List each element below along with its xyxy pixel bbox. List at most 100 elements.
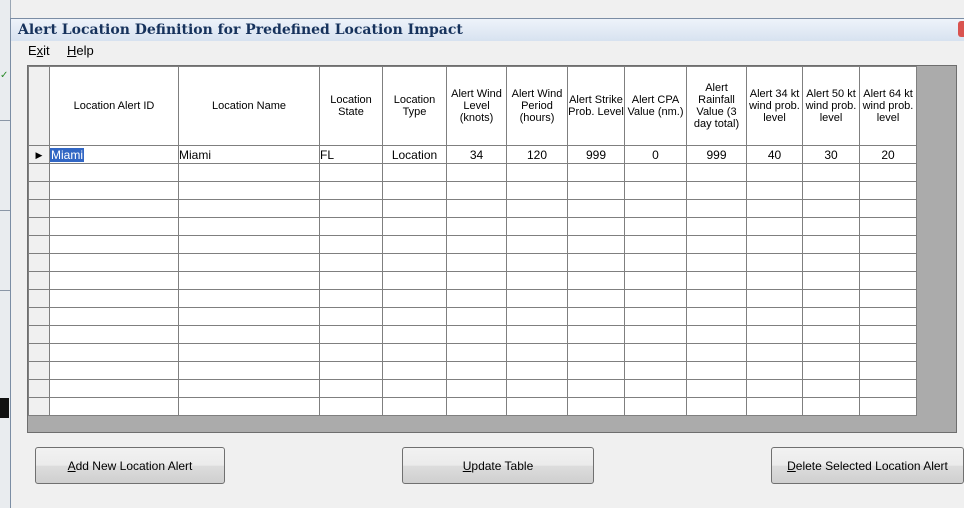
table-cell[interactable] [178, 307, 320, 326]
table-cell[interactable] [859, 163, 917, 182]
table-cell[interactable] [319, 253, 383, 272]
column-header[interactable]: Alert Rainfall Value (3 day total) [686, 66, 747, 146]
table-cell[interactable] [686, 271, 747, 290]
table-cell[interactable] [686, 397, 747, 416]
table-cell[interactable] [506, 307, 568, 326]
table-row[interactable] [28, 163, 917, 182]
table-cell[interactable] [49, 289, 179, 308]
table-cell[interactable] [382, 325, 447, 344]
table-cell[interactable] [382, 253, 447, 272]
table-cell[interactable] [567, 181, 625, 200]
table-cell[interactable] [319, 307, 383, 326]
table-cell[interactable] [567, 361, 625, 380]
table-cell[interactable] [746, 181, 803, 200]
table-cell[interactable] [686, 199, 747, 218]
table-cell[interactable] [802, 289, 860, 308]
table-cell[interactable] [746, 397, 803, 416]
table-cell[interactable] [567, 325, 625, 344]
table-cell[interactable] [859, 253, 917, 272]
table-cell[interactable] [446, 307, 507, 326]
table-cell[interactable] [859, 235, 917, 254]
table-cell[interactable] [859, 343, 917, 362]
table-cell[interactable] [178, 289, 320, 308]
table-cell[interactable] [178, 271, 320, 290]
table-cell[interactable] [802, 235, 860, 254]
table-cell[interactable] [802, 361, 860, 380]
table-cell[interactable] [49, 235, 179, 254]
row-indicator[interactable] [28, 271, 50, 290]
table-cell[interactable] [802, 199, 860, 218]
table-cell[interactable]: 30 [802, 145, 860, 164]
row-indicator[interactable] [28, 325, 50, 344]
table-cell[interactable] [567, 235, 625, 254]
table-cell[interactable] [446, 289, 507, 308]
title-bar[interactable]: Alert Location Definition for Predefined… [11, 19, 964, 41]
table-cell[interactable] [319, 325, 383, 344]
table-cell[interactable] [178, 361, 320, 380]
table-cell[interactable] [859, 307, 917, 326]
table-cell[interactable] [446, 397, 507, 416]
table-cell[interactable] [686, 343, 747, 362]
row-indicator[interactable] [28, 289, 50, 308]
table-cell[interactable] [319, 199, 383, 218]
menu-exit[interactable]: Exit [28, 43, 50, 58]
table-cell[interactable] [382, 271, 447, 290]
column-header[interactable]: Alert Wind Period (hours) [506, 66, 568, 146]
row-indicator[interactable] [28, 181, 50, 200]
table-row[interactable] [28, 199, 917, 218]
table-row[interactable] [28, 361, 917, 380]
update-table-button[interactable]: Update Table [402, 447, 594, 484]
table-cell[interactable] [382, 361, 447, 380]
location-alert-grid[interactable]: Location Alert ID Location Name Location S… [27, 65, 957, 433]
table-cell[interactable] [446, 343, 507, 362]
table-cell[interactable] [567, 199, 625, 218]
table-cell[interactable] [746, 307, 803, 326]
table-cell[interactable] [686, 217, 747, 236]
table-cell[interactable]: 999 [567, 145, 625, 164]
table-cell[interactable] [506, 253, 568, 272]
table-cell[interactable] [746, 325, 803, 344]
table-cell[interactable] [802, 343, 860, 362]
table-row[interactable] [28, 289, 917, 308]
table-cell[interactable]: Miami [49, 145, 179, 164]
table-cell[interactable] [446, 253, 507, 272]
table-cell[interactable] [802, 325, 860, 344]
row-indicator[interactable] [28, 343, 50, 362]
table-cell[interactable] [859, 397, 917, 416]
row-indicator[interactable] [28, 307, 50, 326]
row-indicator[interactable] [28, 253, 50, 272]
table-cell[interactable]: Miami [178, 145, 320, 164]
table-cell[interactable]: 40 [746, 145, 803, 164]
table-cell[interactable] [567, 379, 625, 398]
table-cell[interactable] [567, 271, 625, 290]
table-cell[interactable] [686, 181, 747, 200]
table-cell[interactable] [624, 235, 687, 254]
table-row[interactable] [28, 325, 917, 344]
table-cell[interactable] [746, 289, 803, 308]
table-cell[interactable]: Location [382, 145, 447, 164]
table-cell[interactable] [624, 397, 687, 416]
table-cell[interactable] [49, 325, 179, 344]
table-cell[interactable] [506, 289, 568, 308]
table-cell[interactable] [506, 181, 568, 200]
table-cell[interactable] [567, 163, 625, 182]
table-cell[interactable] [746, 217, 803, 236]
table-cell[interactable] [382, 379, 447, 398]
table-cell[interactable]: FL [319, 145, 383, 164]
table-cell[interactable] [446, 379, 507, 398]
table-cell[interactable] [446, 199, 507, 218]
column-header[interactable]: Location Type [382, 66, 447, 146]
table-cell[interactable] [686, 235, 747, 254]
table-cell[interactable] [859, 289, 917, 308]
table-cell[interactable] [382, 343, 447, 362]
table-cell[interactable] [49, 253, 179, 272]
table-cell[interactable] [49, 343, 179, 362]
table-cell[interactable] [802, 379, 860, 398]
table-cell[interactable] [859, 325, 917, 344]
table-cell[interactable] [49, 199, 179, 218]
table-cell[interactable] [446, 325, 507, 344]
column-header[interactable]: Alert CPA Value (nm.) [624, 66, 687, 146]
row-indicator[interactable] [28, 397, 50, 416]
table-cell[interactable] [624, 289, 687, 308]
table-cell[interactable] [624, 325, 687, 344]
